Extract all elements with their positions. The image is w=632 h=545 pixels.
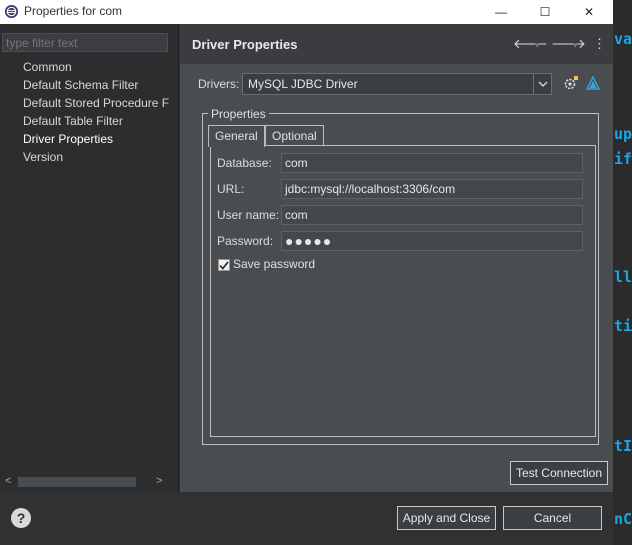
scrollbar-thumb[interactable] (18, 477, 136, 487)
password-value: ●●●●● (285, 233, 333, 249)
tree-item-default-schema-filter[interactable]: Default Schema Filter (0, 76, 170, 94)
help-glyph: ? (16, 510, 26, 526)
tree-item-version[interactable]: Version (0, 148, 170, 166)
tree-item-default-table-filter[interactable]: Default Table Filter (0, 112, 170, 130)
tree-item-default-stored-procedure-filter[interactable]: Default Stored Procedure F (0, 94, 170, 112)
editor-text: if (614, 150, 632, 168)
cancel-label: Cancel (533, 511, 572, 525)
title-bar: Properties for com — ☐ ✕ (0, 0, 613, 24)
forward-history-chevron-icon[interactable]: ▾ (573, 40, 578, 51)
filter-input[interactable] (2, 33, 168, 52)
preference-tree-pane: Common Default Schema Filter Default Sto… (0, 24, 179, 492)
help-icon[interactable]: ? (11, 508, 31, 528)
editor-text: up (614, 125, 632, 143)
close-button[interactable]: ✕ (567, 0, 611, 24)
editor-text: tI (614, 437, 632, 455)
background-editor: va up if ll ti tI nC (612, 0, 632, 545)
password-label: Password: (217, 234, 274, 248)
editor-text: ll (614, 268, 632, 286)
url-field[interactable]: jdbc:mysql://localhost:3306/com (281, 179, 583, 199)
button-bar: ? Apply and Close Cancel (0, 493, 613, 545)
scroll-right-icon[interactable]: > (156, 475, 162, 487)
apply-and-close-button[interactable]: Apply and Close (397, 506, 496, 530)
database-value: com (285, 156, 308, 170)
cancel-button[interactable]: Cancel (503, 506, 602, 530)
chevron-down-icon[interactable] (533, 74, 551, 94)
back-arrow-icon[interactable]: 🡐 (513, 36, 548, 52)
scroll-left-icon[interactable]: < (5, 475, 11, 487)
tab-label: General (215, 129, 258, 143)
page-header: Driver Properties 🡐 ▾ 🡒 ▾ ⋮ (180, 24, 613, 64)
edit-driver-icon[interactable] (563, 75, 579, 91)
maximize-button[interactable]: ☐ (523, 0, 567, 24)
save-password-checkbox[interactable] (218, 259, 230, 271)
preference-tree: Common Default Schema Filter Default Sto… (0, 58, 170, 166)
driver-manager-icon[interactable] (585, 75, 601, 91)
drivers-select[interactable]: MySQL JDBC Driver (242, 73, 552, 95)
maximize-icon: ☐ (539, 5, 551, 19)
tree-item-driver-properties[interactable]: Driver Properties (0, 130, 170, 148)
horizontal-scrollbar[interactable]: < > (0, 474, 170, 490)
tree-item-common[interactable]: Common (0, 58, 170, 76)
window-title: Properties for com (24, 4, 123, 18)
drivers-select-value: MySQL JDBC Driver (248, 77, 358, 91)
apply-and-close-label: Apply and Close (402, 511, 491, 525)
username-field[interactable]: com (281, 205, 583, 225)
tab-label: Optional (272, 129, 317, 143)
password-field[interactable]: ●●●●● (281, 231, 583, 251)
eclipse-app-icon (4, 4, 19, 19)
editor-text: nC (614, 510, 632, 528)
view-menu-icon[interactable]: ⋮ (593, 36, 606, 52)
driver-properties-page: Driver Properties 🡐 ▾ 🡒 ▾ ⋮ Drivers: MyS… (180, 24, 613, 492)
properties-dialog: Properties for com — ☐ ✕ Common Default … (0, 0, 613, 545)
forward-arrow-icon[interactable]: 🡒 (551, 36, 586, 52)
minimize-button[interactable]: — (479, 0, 523, 24)
editor-text: va (614, 30, 632, 48)
database-field[interactable]: com (281, 153, 583, 173)
minimize-icon: — (495, 5, 507, 19)
page-title: Driver Properties (192, 37, 298, 52)
close-icon: ✕ (583, 5, 595, 19)
url-label: URL: (217, 182, 245, 196)
test-connection-label: Test Connection (515, 466, 603, 480)
checkmark-icon (219, 261, 229, 270)
username-value: com (285, 208, 308, 222)
drivers-label: Drivers: (198, 77, 240, 91)
save-password-label[interactable]: Save password (233, 257, 315, 271)
username-label: User name: (217, 208, 280, 222)
tab-optional[interactable]: Optional (265, 125, 324, 146)
test-connection-button[interactable]: Test Connection (510, 461, 608, 485)
url-value: jdbc:mysql://localhost:3306/com (285, 182, 456, 196)
tab-general[interactable]: General (208, 125, 265, 147)
database-label: Database: (217, 156, 272, 170)
editor-text: ti (614, 317, 632, 335)
back-history-chevron-icon[interactable]: ▾ (535, 40, 540, 51)
properties-group-label: Properties (208, 107, 269, 121)
